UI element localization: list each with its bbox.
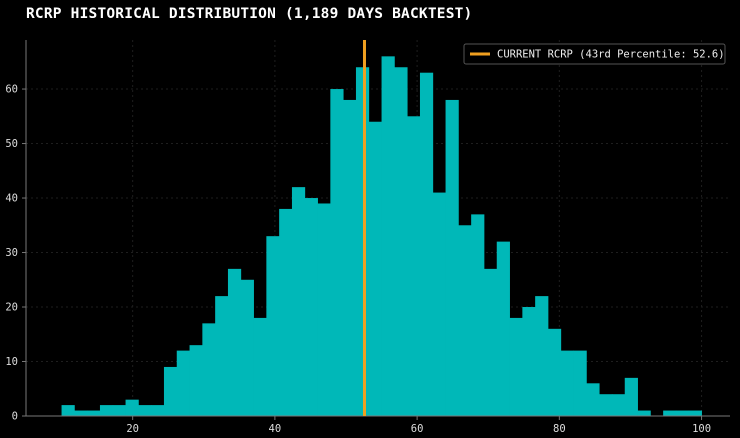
histogram-bar [509,317,523,416]
histogram-bar [445,99,459,417]
histogram-bar [355,67,370,417]
histogram-bar [522,307,536,416]
x-tick-label: 60 [411,423,424,435]
x-tick-label: 20 [126,423,139,435]
histogram-bar [138,405,152,416]
histogram-bar [304,198,318,416]
x-tick-label: 100 [692,423,711,435]
histogram-bar [547,328,562,416]
histogram-bar [368,121,382,416]
legend-label: CURRENT RCRP (43rd Percentile: 52.6) [497,49,725,61]
histogram-bar [407,116,421,416]
histogram-bar [125,399,139,416]
histogram-bar [624,377,638,416]
histogram-bar [215,296,229,416]
histogram-bar [637,410,651,416]
histogram-bar [573,350,587,416]
histogram-chart: 20 40 60 80 100 0 10 20 30 40 50 60 CURRENT RCRP (43… [5,40,730,435]
histogram-bar [560,350,574,416]
histogram-bar [189,345,203,416]
histogram-bar [227,268,242,416]
histogram-bar [343,99,357,417]
histogram-bar [279,208,293,416]
y-tick-label: 20 [5,302,18,314]
histogram-bar [112,405,126,416]
histogram-bar [483,268,498,416]
histogram-bar [291,187,306,416]
histogram-bar [419,72,434,417]
y-tick-label: 40 [5,193,18,205]
histogram-bar [317,203,331,416]
histogram-bar [61,405,75,416]
histogram-bar [151,405,165,416]
histogram-bar [240,279,254,416]
x-tick-label: 40 [269,423,282,435]
y-tick-label: 10 [5,356,18,368]
histogram-bar [535,296,549,416]
histogram-bar [176,350,190,416]
histogram-bar [381,56,395,416]
histogram-bar [330,89,344,416]
histogram-bar [611,394,626,416]
histogram-bar [688,410,702,416]
histogram-bar [202,323,216,416]
histogram-bar [266,236,280,416]
histogram-bar [458,225,472,416]
y-tick-label: 50 [5,138,18,150]
y-tick-label: 60 [5,84,18,96]
x-tick-label: 80 [553,423,566,435]
histogram-bar [163,366,178,416]
histogram-bar [599,394,613,416]
histogram-bar [496,241,510,416]
histogram-bar [253,317,267,416]
y-tick-label: 30 [5,247,18,259]
y-tick-label: 0 [12,411,18,423]
histogram-bar [74,410,88,416]
histogram-bar [99,405,114,416]
histogram-bar [432,192,446,416]
histogram-bar [663,410,677,416]
histogram-bar [586,383,600,416]
histogram-bar [87,410,101,416]
histogram-bar [471,214,485,416]
histogram-bar [394,67,408,417]
histogram-bar [675,410,690,416]
